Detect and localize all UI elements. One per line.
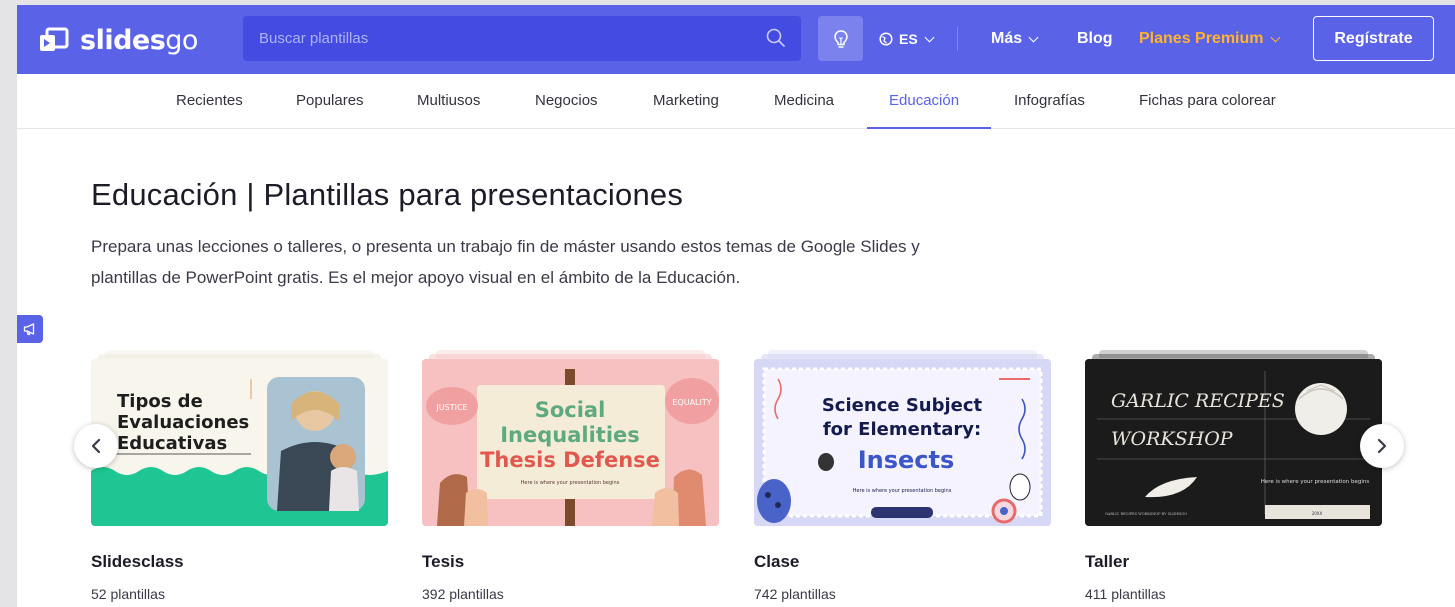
nav-premium-label: Planes Premium	[1139, 30, 1264, 47]
card-title[interactable]: Slidesclass	[91, 552, 184, 572]
thumbnail-text: Inequalities	[500, 423, 640, 447]
tab-fichas-para-colorear[interactable]: Fichas para colorear	[1139, 92, 1276, 109]
carousel-prev-button[interactable]	[74, 424, 118, 468]
ideas-button[interactable]	[818, 16, 863, 61]
search-input[interactable]	[259, 16, 739, 61]
nav-blog-link[interactable]: Blog	[1077, 28, 1113, 50]
lightbulb-icon	[833, 29, 848, 48]
page-title: Educación | Plantillas para presentacion…	[91, 177, 684, 212]
search-icon[interactable]	[765, 27, 787, 49]
thumbnail-text: Here is where your presentation begins	[1261, 479, 1370, 485]
thumbnail-text: Science Subject	[822, 395, 983, 416]
globe-icon	[879, 32, 893, 46]
thumbnail-image: Tipos de Evaluaciones Educativas	[91, 359, 388, 526]
chevron-down-icon	[924, 32, 935, 42]
nav-blog-label: Blog	[1077, 30, 1113, 47]
chevron-down-icon	[1028, 32, 1039, 42]
card-count: 742 plantillas	[754, 586, 836, 602]
nav-more-label: Más	[991, 30, 1023, 47]
logo-text: slidesgo	[80, 24, 198, 56]
tab-multiusos[interactable]: Multiusos	[417, 92, 480, 109]
register-button[interactable]: Regístrate	[1313, 16, 1434, 61]
thumbnail-image: Science Subject for Elementary: Insects …	[754, 359, 1051, 526]
tab-educacion[interactable]: Educación	[889, 92, 959, 109]
chevron-right-icon	[1377, 438, 1387, 454]
card-thumbnail[interactable]: GARLIC RECIPES WORKSHOP Here is where yo…	[1085, 359, 1382, 526]
card-count: 411 plantillas	[1085, 586, 1166, 602]
language-selector[interactable]: ES	[879, 28, 935, 50]
thumbnail-text: Insects	[858, 446, 955, 474]
nav-premium-menu[interactable]: Planes Premium	[1139, 28, 1280, 50]
slidesgo-logo[interactable]: slidesgo	[39, 21, 198, 59]
thumbnail-text: JUSTICE	[435, 403, 467, 412]
thumbnail-text: Social	[535, 398, 606, 422]
language-label: ES	[899, 31, 918, 47]
logo-icon	[40, 27, 69, 51]
thumbnail-text: for Elementary:	[823, 419, 981, 440]
search-box	[243, 16, 801, 61]
thumbnail-text: Evaluaciones	[117, 412, 249, 433]
card-thumbnail[interactable]: Tipos de Evaluaciones Educativas	[91, 359, 388, 526]
thumbnail-text: GARLIC RECIPES	[1111, 390, 1285, 412]
thumbnail-text: Here is where your presentation begins	[521, 480, 620, 486]
thumbnail-text: WORKSHOP	[1111, 428, 1234, 450]
thumbnail-image: JUSTICE EQUALITY Social Inequalities The…	[422, 359, 719, 526]
thumbnail-text: GARLIC RECIPES WORKSHOP BY SLIDESGO	[1105, 512, 1187, 516]
tab-medicina[interactable]: Medicina	[774, 92, 834, 109]
chevron-left-icon	[91, 438, 101, 454]
thumbnail-text: Thesis Defense	[480, 448, 660, 472]
nav-more-menu[interactable]: Más	[991, 28, 1039, 50]
tab-recientes[interactable]: Recientes	[176, 92, 243, 109]
thumbnail-image: GARLIC RECIPES WORKSHOP Here is where yo…	[1085, 359, 1382, 526]
thumbnail-text: Educativas	[117, 433, 227, 454]
thumbnail-text: Here is where your presentation begins	[853, 488, 952, 494]
page: slidesgo ES Más	[17, 5, 1455, 607]
card-title[interactable]: Tesis	[422, 552, 464, 572]
chevron-down-icon	[1270, 32, 1280, 42]
feedback-button[interactable]	[17, 315, 43, 343]
card-title[interactable]: Clase	[754, 552, 799, 572]
category-nav: Recientes Populares Multiusos Negocios M…	[17, 74, 1455, 129]
tab-negocios[interactable]: Negocios	[535, 92, 598, 109]
divider	[957, 27, 958, 51]
top-navbar: slidesgo ES Más	[17, 5, 1455, 74]
card-thumbnail[interactable]: JUSTICE EQUALITY Social Inequalities The…	[422, 359, 719, 526]
carousel-next-button[interactable]	[1360, 424, 1404, 468]
card-thumbnail[interactable]: Science Subject for Elementary: Insects …	[754, 359, 1051, 526]
page-description: Prepara unas lecciones o talleres, o pre…	[91, 237, 920, 287]
thumbnail-text: 20XX	[1312, 511, 1323, 516]
tab-populares[interactable]: Populares	[296, 92, 364, 109]
tab-marketing[interactable]: Marketing	[653, 92, 719, 109]
tab-infografias[interactable]: Infografías	[1014, 92, 1085, 109]
card-title[interactable]: Taller	[1085, 552, 1129, 572]
card-count: 52 plantillas	[91, 586, 165, 602]
thumbnail-text: EQUALITY	[672, 398, 711, 407]
card-count: 392 plantillas	[422, 586, 504, 602]
thumbnail-text: Tipos de	[117, 391, 203, 412]
active-tab-indicator	[867, 127, 991, 129]
megaphone-icon	[23, 323, 35, 336]
